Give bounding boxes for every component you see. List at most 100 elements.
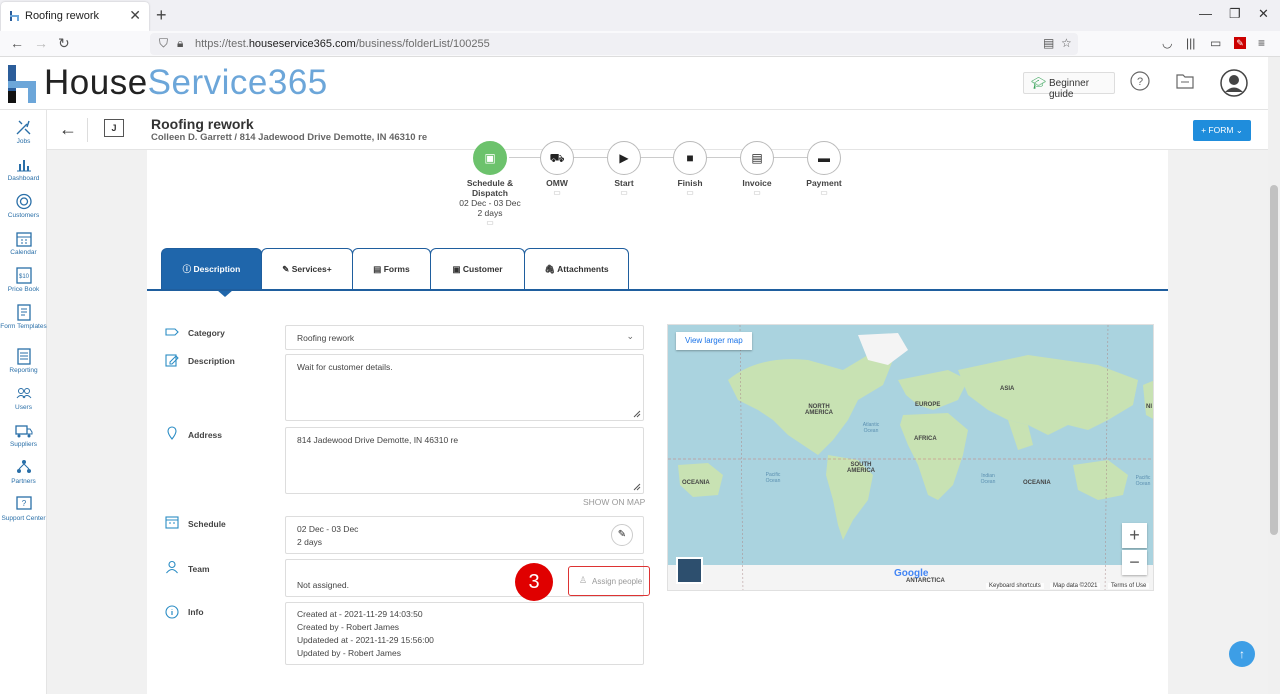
credit-card-icon: ▬ [807,141,841,175]
beginner-guide-button[interactable]: 🎓︎ Beginner guide [1023,72,1115,100]
beginner-guide-label: Beginner guide [1049,78,1090,100]
person-icon [166,560,178,574]
pocket-icon[interactable]: ◡ [1162,36,1172,50]
sidebar-item-suppliers[interactable]: Suppliers [0,422,47,448]
tab-customer[interactable]: ▣ Customer [430,248,525,290]
sidebar-item-form-templates[interactable]: Form Templates [0,304,47,330]
bookmark-star-icon[interactable]: ☆ [1061,36,1072,50]
team-label: Team [188,564,210,574]
comment-icon[interactable]: ▭ [784,188,864,197]
tools-icon [16,120,30,135]
zoom-in-button[interactable]: + [1122,523,1147,548]
url-text: https://test.houseservice365.com/busines… [195,38,490,50]
user-avatar-icon[interactable] [1220,69,1248,97]
truck-icon [14,425,32,438]
edit-note-icon [165,354,179,367]
lock-icon[interactable]: 🔒︎ [177,36,183,51]
job-subtitle: Colleen D. Garrett / 814 Jadewood Drive … [151,132,428,143]
keyboard-shortcuts-link[interactable]: Keyboard shortcuts [986,583,1044,589]
sidebar-item-price-book[interactable]: $10 Price Book [0,267,47,293]
terms-of-use-link[interactable]: Terms of Use [1108,583,1150,589]
restore-icon[interactable]: ❐ [1229,6,1241,22]
assign-people-button[interactable]: ♙ Assign people [568,566,650,596]
job-badge: J [104,119,124,137]
person-icon: ♙ [579,575,588,585]
add-form-button[interactable]: + FORM ⌄ [1193,120,1251,141]
logo-icon [8,65,36,103]
category-select[interactable]: Roofing rework ⌄ [285,325,644,350]
tab-title: Roofing rework [25,10,99,22]
target-icon [15,193,32,210]
active-tab-pointer [217,290,233,297]
tab-attachments[interactable]: 🖇︎ Attachments [524,248,629,290]
world-map[interactable]: View larger map NORTH AMERICA EUROPE ASI… [667,324,1154,591]
edit-schedule-button[interactable]: ✎ [611,524,633,546]
calendar-check-icon: ▣ [473,141,507,175]
job-detail-card: ▣ Schedule & Dispatch 02 Dec - 03 Dec 2 … [147,141,1168,694]
divider [87,118,88,142]
shield-icon[interactable]: ⛉ [159,36,168,51]
sidebar-item-support-center[interactable]: ? Support Center [0,496,47,522]
sidebar-toggle-icon[interactable]: ▭ [1210,36,1221,50]
address-label: Address [188,430,223,440]
reader-view-icon[interactable]: ▤ [1043,36,1054,50]
tab-description[interactable]: ⓘ Description [161,248,262,290]
browser-tab[interactable]: Roofing rework ✕ [1,2,149,31]
schedule-box: 02 Dec - 03 Dec 2 days ✎ [285,516,644,554]
library-icon[interactable]: ||| [1186,36,1195,50]
page-scrollbar[interactable] [1268,57,1280,694]
scroll-thumb[interactable] [1270,185,1278,535]
help-icon[interactable]: ? [1130,71,1150,91]
reload-icon[interactable]: ↻ [58,35,70,52]
location-pin-icon [167,426,177,440]
sidebar-item-reporting[interactable]: Reporting [0,348,47,374]
tab-services[interactable]: ✎ Services+ [261,248,353,290]
stop-icon: ■ [673,141,707,175]
new-tab-icon[interactable]: + [156,5,167,26]
truck-icon: ⛟ [540,141,574,175]
job-title: Roofing rework [151,116,254,132]
zoom-out-button[interactable]: − [1122,550,1147,575]
sidebar-item-users[interactable]: Users [0,385,47,411]
scroll-to-top-button[interactable]: ↑ [1229,641,1255,667]
graduation-cap-icon: 🎓︎ [1031,76,1047,90]
address-textarea[interactable]: 814 Jadewood Drive Demotte, IN 46310 re [285,427,644,494]
sidebar-item-calendar[interactable]: Calendar [0,230,47,256]
help-box-icon: ? [15,496,32,510]
browser-navbar: ← → ↻ ⛉ 🔒︎ https://test.houseservice365.… [0,31,1280,57]
window-close-icon[interactable]: ✕ [1258,6,1269,22]
tab-forms[interactable]: ▤ Forms [352,248,431,290]
resize-handle-icon[interactable] [633,483,641,491]
forward-icon[interactable]: → [34,35,48,51]
info-icon [165,605,179,619]
app-header: HouseService365 🎓︎ Beginner guide ? [0,57,1280,110]
sidebar-item-partners[interactable]: Partners [0,459,47,485]
url-bar[interactable]: ⛉ 🔒︎ https://test.houseservice365.com/bu… [150,33,1078,55]
sidebar-item-customers[interactable]: Customers [0,193,47,219]
minimize-icon[interactable]: — [1199,6,1212,21]
description-textarea[interactable]: Wait for customer details. [285,354,644,421]
step-payment[interactable]: ▬ Payment ▭ [784,141,864,197]
tab-close-icon[interactable]: ✕ [129,7,141,24]
google-logo: Google [894,568,929,579]
svg-text:?: ? [21,499,26,508]
back-arrow-icon[interactable]: ← [59,119,77,140]
form-icon [16,304,31,321]
back-icon[interactable]: ← [10,35,24,51]
show-on-map-link[interactable]: SHOW ON MAP [583,497,645,507]
menu-icon[interactable]: ≡ [1258,36,1265,50]
price-icon: $10 [15,267,32,284]
comment-icon[interactable]: ▭ [450,218,530,227]
category-label: Category [188,328,225,338]
annotation-step-marker: 3 [515,563,553,601]
extension-icon[interactable]: ✎ [1234,37,1246,49]
resize-handle-icon[interactable] [633,410,641,418]
browser-tabbar: Roofing rework ✕ + — ❐ ✕ [0,0,1280,31]
satellite-toggle[interactable] [676,557,703,584]
houseservice-favicon-icon [10,11,19,21]
view-larger-map-link[interactable]: View larger map [676,332,752,350]
sidebar-item-jobs[interactable]: Jobs [0,119,47,145]
sidebar-item-dashboard[interactable]: Dashboard [0,156,47,182]
schedule-calendar-icon [165,516,179,529]
folder-icon[interactable] [1175,71,1195,91]
